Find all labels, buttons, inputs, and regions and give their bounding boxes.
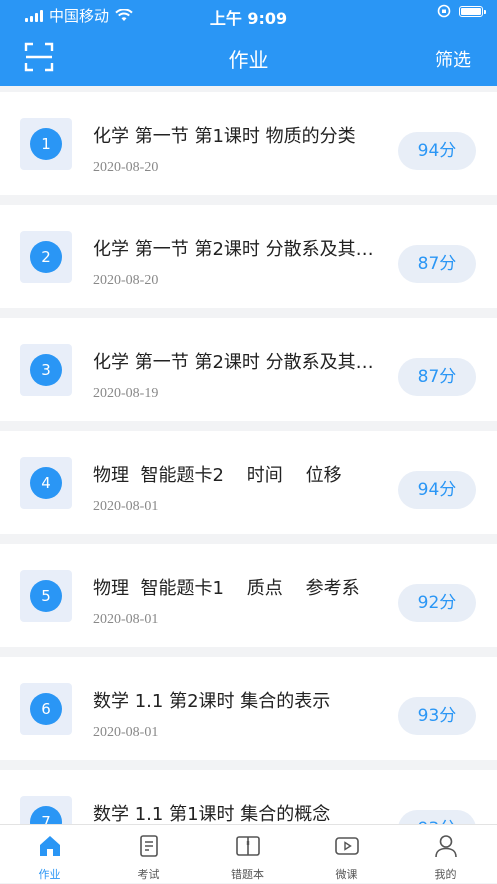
person-icon xyxy=(435,835,457,858)
status-time: 上午 9:09 xyxy=(209,9,288,28)
item-index-badge: 3 xyxy=(20,344,72,396)
status-right xyxy=(437,4,486,18)
item-title: 化学 第一节 第2课时 分散系及其… xyxy=(93,352,374,373)
item-index: 4 xyxy=(30,467,62,499)
exam-icon xyxy=(140,835,158,857)
assignment-list: 1 化学 第一节 第1课时 物质的分类 2020-08-20 94分 2 化学 … xyxy=(0,86,497,824)
page-title: 作业 xyxy=(228,48,269,72)
list-item[interactable]: 3 化学 第一节 第2课时 分散系及其… 2020-08-19 87分 xyxy=(0,318,497,421)
filter-button[interactable]: 筛选 xyxy=(435,46,471,72)
tab-label: 作业 xyxy=(38,868,61,881)
item-index: 6 xyxy=(30,693,62,725)
item-index: 7 xyxy=(30,806,62,824)
item-date: 2020-08-20 xyxy=(93,160,159,175)
tab-profile[interactable]: 我的 xyxy=(396,825,495,884)
tab-microclass[interactable]: 微课 xyxy=(297,825,396,884)
item-title: 物理 智能题卡2 时间 位移 xyxy=(93,465,342,486)
app-header: 中国移动 上午 9:09 作业 筛选 xyxy=(0,0,497,86)
item-title: 化学 第一节 第1课时 物质的分类 xyxy=(93,126,356,147)
score-badge: 94分 xyxy=(398,132,476,170)
list-item[interactable]: 2 化学 第一节 第2课时 分散系及其… 2020-08-20 87分 xyxy=(0,205,497,308)
item-index: 2 xyxy=(30,241,62,273)
tab-homework[interactable]: 作业 xyxy=(0,825,99,884)
item-date: 2020-08-19 xyxy=(93,386,159,401)
item-index-badge: 7 xyxy=(20,796,72,824)
item-index-badge: 5 xyxy=(20,570,72,622)
item-index-badge: 1 xyxy=(20,118,72,170)
tab-exam[interactable]: 考试 xyxy=(99,825,198,884)
battery-icon xyxy=(459,5,486,17)
item-index: 1 xyxy=(30,128,62,160)
score-badge: 92分 xyxy=(398,584,476,622)
orientation-lock-icon xyxy=(437,4,451,18)
list-item[interactable]: 6 数学 1.1 第2课时 集合的表示 2020-08-01 93分 xyxy=(0,657,497,760)
item-date: 2020-08-01 xyxy=(93,499,159,514)
tab-label: 错题本 xyxy=(231,868,264,881)
item-index-badge: 6 xyxy=(20,683,72,735)
score-badge: 87分 xyxy=(398,245,476,283)
list-item[interactable]: 1 化学 第一节 第1课时 物质的分类 2020-08-20 94分 xyxy=(0,92,497,195)
home-icon xyxy=(40,836,60,856)
tab-label: 微课 xyxy=(335,868,358,881)
item-index: 3 xyxy=(30,354,62,386)
list-item[interactable]: 7 数学 1.1 第1课时 集合的概念 93分 xyxy=(0,770,497,824)
book-icon xyxy=(236,836,260,856)
item-index-badge: 2 xyxy=(20,231,72,283)
item-title: 化学 第一节 第2课时 分散系及其… xyxy=(93,239,374,260)
score-badge: 87分 xyxy=(398,358,476,396)
tab-label: 考试 xyxy=(137,868,160,881)
item-title: 数学 1.1 第2课时 集合的表示 xyxy=(93,691,331,712)
score-badge: 93分 xyxy=(398,697,476,735)
item-index-badge: 4 xyxy=(20,457,72,509)
list-item[interactable]: 5 物理 智能题卡1 质点 参考系 2020-08-01 92分 xyxy=(0,544,497,647)
score-badge: 94分 xyxy=(398,471,476,509)
item-title: 物理 智能题卡1 质点 参考系 xyxy=(93,578,360,599)
item-index: 5 xyxy=(30,580,62,612)
item-title: 数学 1.1 第1课时 集合的概念 xyxy=(93,804,331,824)
list-item[interactable]: 4 物理 智能题卡2 时间 位移 2020-08-01 94分 xyxy=(0,431,497,534)
tab-mistakes[interactable]: 错题本 xyxy=(198,825,297,884)
item-date: 2020-08-01 xyxy=(93,725,159,740)
tab-label: 我的 xyxy=(434,868,457,881)
video-icon xyxy=(335,837,359,855)
score-badge: 93分 xyxy=(398,810,476,824)
status-bar: 中国移动 上午 9:09 xyxy=(0,0,497,28)
tab-bar: 作业 考试 错题本 微课 我的 xyxy=(0,824,497,883)
nav-bar: 作业 筛选 xyxy=(0,32,497,84)
item-date: 2020-08-20 xyxy=(93,273,159,288)
item-date: 2020-08-01 xyxy=(93,612,159,627)
